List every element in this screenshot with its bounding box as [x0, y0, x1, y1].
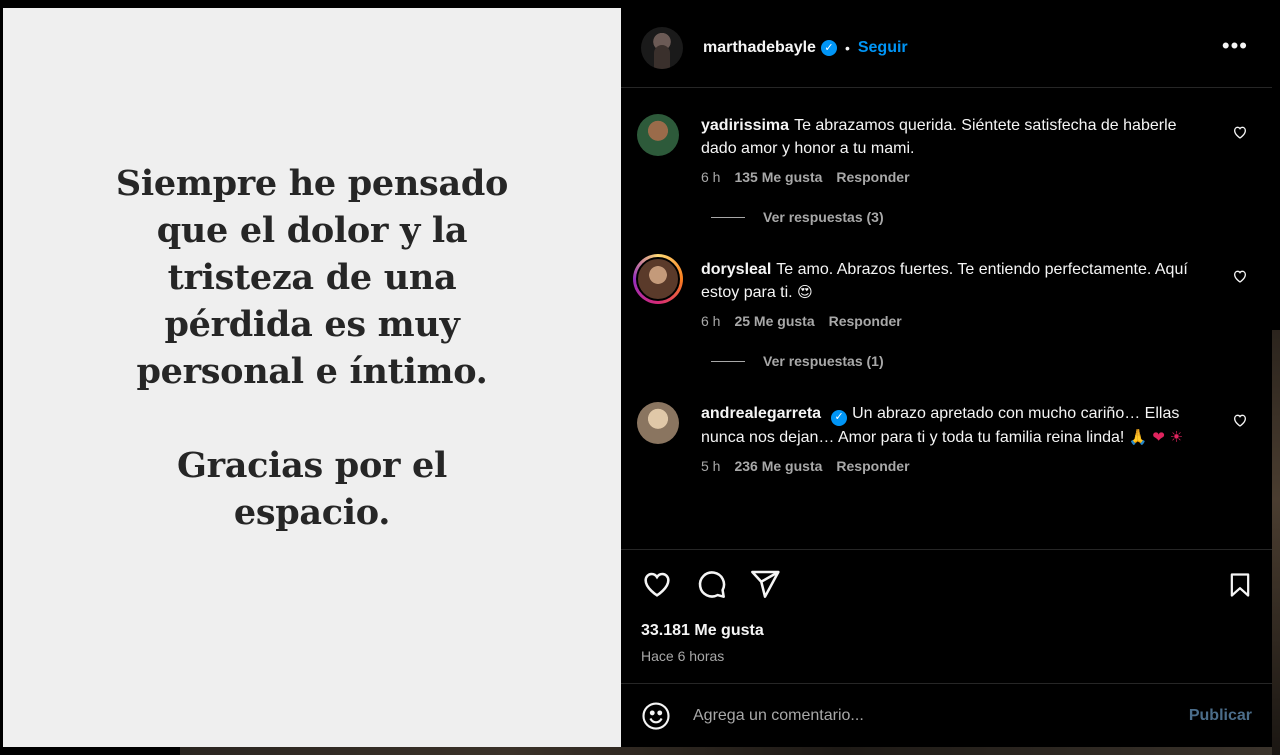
avatar[interactable] — [641, 26, 683, 69]
heart-eyes-emoji-icon: 😍 — [797, 283, 813, 301]
comment-text: Te amo. Abrazos fuertes. Te entiendo per… — [701, 261, 1188, 301]
comment-time[interactable]: 5 h — [701, 458, 720, 474]
comment-body: dorysleal Te amo. Abrazos fuertes. Te ent… — [701, 258, 1252, 329]
like-comment-heart-icon[interactable] — [1232, 412, 1248, 428]
pray-heart-sun-emoji-icon: 🙏 ❤ ☀ — [1128, 427, 1184, 446]
view-replies-button[interactable]: Ver respuestas (1) — [711, 353, 1252, 369]
verified-badge-icon: ✓ — [820, 39, 837, 56]
comment-bubble-icon[interactable] — [695, 568, 727, 600]
emoji-smiley-icon[interactable] — [641, 701, 671, 731]
comment-username[interactable]: dorysleal — [701, 261, 771, 278]
comment-likes[interactable]: 236 Me gusta — [734, 458, 822, 474]
avatar[interactable] — [637, 114, 679, 156]
avatar — [636, 257, 680, 301]
reply-button[interactable]: Responder — [829, 313, 902, 329]
comment-username[interactable]: yadirissima — [701, 117, 789, 134]
post-image-text-main: Siempre he pensado que el dolor y la tri… — [115, 162, 509, 392]
like-heart-icon[interactable] — [641, 568, 673, 600]
publish-button[interactable]: Publicar — [1189, 707, 1252, 725]
reply-button[interactable]: Responder — [836, 169, 909, 185]
view-replies-label: Ver respuestas (1) — [763, 353, 884, 369]
like-comment-heart-icon[interactable] — [1232, 124, 1248, 140]
comment-meta: 5 h 236 Me gusta Responder — [701, 458, 1212, 474]
separator-dot: • — [844, 39, 850, 56]
post-owner-username[interactable]: marthadebayle — [703, 39, 816, 57]
comment-item: andrealegarreta ✓ Un abrazo apretado con m… — [637, 402, 1252, 474]
comment-username[interactable]: andrealegarreta — [701, 405, 821, 422]
follow-button[interactable]: Seguir — [858, 39, 908, 57]
comment-time[interactable]: 6 h — [701, 169, 720, 185]
comment-text-line: andrealegarreta ✓ Un abrazo apretado con m… — [701, 402, 1212, 449]
comment-text-line: dorysleal Te amo. Abrazos fuertes. Te ent… — [701, 258, 1212, 304]
more-options-icon[interactable]: ••• — [1222, 35, 1248, 57]
save-bookmark-icon[interactable] — [1226, 570, 1254, 600]
post-image: Siempre he pensado que el dolor y la tri… — [3, 8, 621, 747]
post-timestamp[interactable]: Hace 6 horas — [641, 648, 1252, 664]
post-actions: 33.181 Me gusta Hace 6 horas — [621, 549, 1272, 683]
comment-meta: 6 h 25 Me gusta Responder — [701, 313, 1212, 329]
comment-input[interactable] — [693, 706, 1189, 725]
share-paper-plane-icon[interactable] — [749, 568, 781, 600]
avatar[interactable] — [637, 402, 679, 444]
replies-divider-line — [711, 360, 745, 362]
comment-body: yadirissima Te abrazamos querida. Siéntet… — [701, 114, 1252, 185]
post-image-text-thanks: Gracias por el espacio. — [177, 444, 447, 533]
verified-badge-icon: ✓ — [831, 409, 848, 426]
post-side-panel: marthadebayle ✓ • Seguir ••• yadirissima… — [621, 8, 1272, 747]
reply-button[interactable]: Responder — [836, 458, 909, 474]
replies-divider-line — [711, 216, 745, 218]
comment-likes[interactable]: 25 Me gusta — [734, 313, 814, 329]
backdrop-photo-edge-right — [1272, 330, 1280, 755]
comment-body: andrealegarreta ✓ Un abrazo apretado con m… — [701, 402, 1252, 474]
story-ring[interactable] — [633, 254, 683, 304]
view-replies-button[interactable]: Ver respuestas (3) — [711, 209, 1252, 225]
view-replies-label: Ver respuestas (3) — [763, 209, 884, 225]
comment-time[interactable]: 6 h — [701, 313, 720, 329]
action-buttons — [641, 568, 1252, 600]
post-modal: Siempre he pensado que el dolor y la tri… — [3, 8, 1272, 747]
comment-text-line: yadirissima Te abrazamos querida. Siéntet… — [701, 114, 1212, 160]
comment-item: dorysleal Te amo. Abrazos fuertes. Te ent… — [633, 254, 1252, 329]
like-comment-heart-icon[interactable] — [1232, 268, 1248, 284]
comment-item: yadirissima Te abrazamos querida. Siéntet… — [637, 114, 1252, 185]
comments-list[interactable]: yadirissima Te abrazamos querida. Siéntet… — [621, 88, 1272, 549]
comment-composer: Publicar — [621, 683, 1272, 747]
comment-likes[interactable]: 135 Me gusta — [734, 169, 822, 185]
post-header: marthadebayle ✓ • Seguir ••• — [621, 8, 1272, 88]
comment-meta: 6 h 135 Me gusta Responder — [701, 169, 1212, 185]
likes-count[interactable]: 33.181 Me gusta — [641, 622, 1252, 640]
